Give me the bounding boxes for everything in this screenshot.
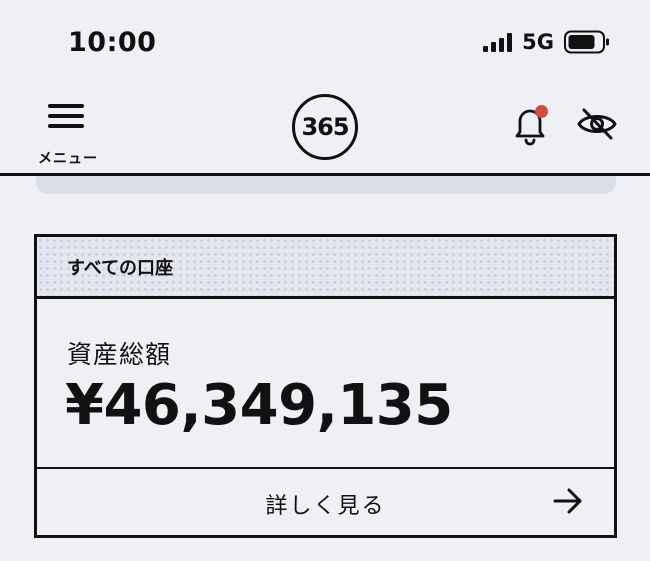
status-time: 10:00 [68, 27, 157, 58]
card-header: すべての口座 [37, 237, 614, 299]
account-summary-card: すべての口座 資産総額 ¥46,349,135 詳しく見る [34, 234, 617, 538]
eye-slash-icon[interactable] [576, 106, 618, 142]
app-logo[interactable]: 365 [292, 94, 358, 160]
signal-icon [483, 32, 513, 52]
network-type: 5G [522, 30, 554, 54]
notification-badge [535, 105, 548, 118]
app-header: メニュー 365 [0, 88, 650, 176]
total-assets-label: 資産総額 [67, 340, 172, 369]
view-details-button[interactable]: 詳しく見る [37, 469, 614, 535]
hamburger-menu-icon [48, 102, 86, 130]
collapsed-panel [36, 176, 616, 194]
view-details-label: 詳しく見る [265, 494, 386, 519]
menu-button[interactable]: メニュー [30, 98, 106, 168]
battery-icon [564, 30, 609, 54]
total-assets-value: ¥46,349,135 [65, 373, 453, 438]
arrow-right-icon [553, 488, 582, 514]
status-bar: 10:00 5G [0, 0, 650, 88]
status-icons: 5G [483, 30, 610, 54]
menu-label: メニュー [38, 151, 98, 167]
card-title: すべての口座 [67, 257, 174, 279]
